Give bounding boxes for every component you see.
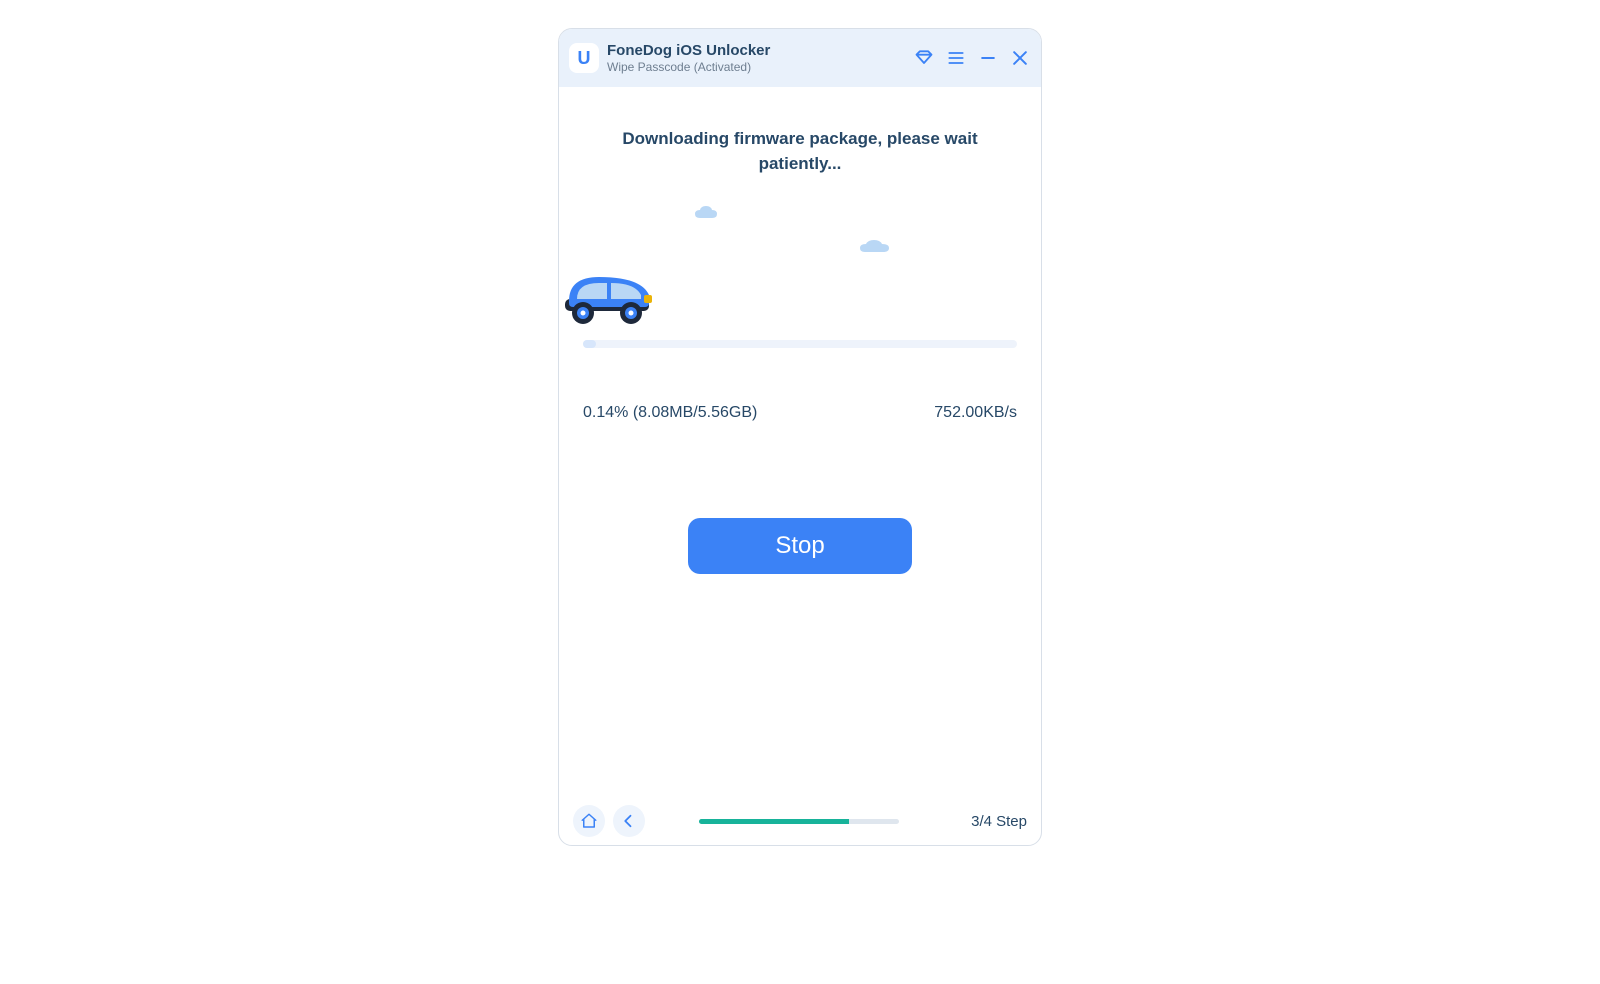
app-window: U FoneDog iOS Unlocker Wipe Passcode (Ac… (558, 28, 1042, 846)
content-area: Downloading firmware package, please wai… (559, 87, 1041, 797)
app-logo-icon: U (569, 43, 599, 73)
step-label: 3/4 Step (953, 813, 1027, 830)
menu-icon[interactable] (943, 45, 969, 71)
stop-button[interactable]: Stop (688, 518, 912, 574)
download-progress-fill (583, 340, 596, 348)
app-title: FoneDog iOS Unlocker (607, 42, 770, 60)
logo-glyph: U (578, 48, 591, 69)
download-progress-bar (583, 340, 1017, 348)
diamond-icon[interactable] (911, 45, 937, 71)
titlebar: U FoneDog iOS Unlocker Wipe Passcode (Ac… (559, 29, 1041, 87)
minimize-button[interactable] (975, 45, 1001, 71)
status-heading: Downloading firmware package, please wai… (573, 87, 1027, 176)
app-subtitle: Wipe Passcode (Activated) (607, 60, 770, 74)
download-stats: 0.14% (8.08MB/5.56GB) 752.00KB/s (573, 348, 1027, 422)
illustration-area (573, 186, 1027, 336)
car-icon (559, 269, 659, 330)
title-block: FoneDog iOS Unlocker Wipe Passcode (Acti… (607, 42, 770, 74)
step-progress (653, 819, 945, 824)
download-speed-text: 752.00KB/s (934, 404, 1017, 422)
footer-bar: 3/4 Step (559, 797, 1041, 845)
download-progress-text: 0.14% (8.08MB/5.56GB) (583, 404, 757, 422)
cloud-icon (693, 204, 723, 227)
close-button[interactable] (1007, 45, 1033, 71)
home-button[interactable] (573, 805, 605, 837)
cloud-icon (859, 238, 893, 261)
back-button[interactable] (613, 805, 645, 837)
